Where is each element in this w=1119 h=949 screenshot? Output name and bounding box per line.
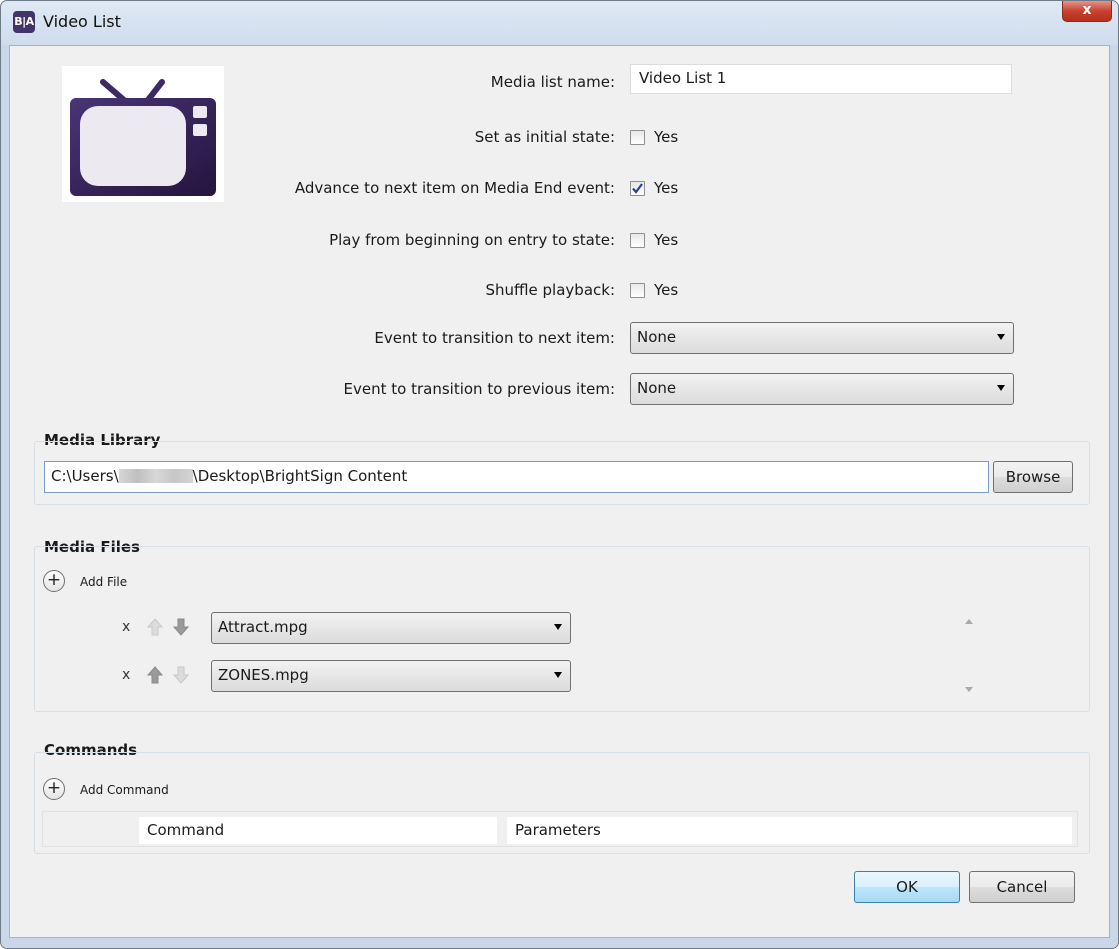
title-bar[interactable]: B|A Video List x bbox=[1, 1, 1118, 43]
move-up-arrow-icon[interactable] bbox=[147, 666, 163, 684]
tv-icon bbox=[62, 66, 224, 202]
initial-state-checkbox[interactable] bbox=[630, 130, 645, 145]
shuffle-label: Shuffle playback: bbox=[485, 281, 616, 299]
dropdown-arrow-icon bbox=[554, 624, 562, 630]
path-suffix: \Desktop\BrightSign Content bbox=[192, 467, 408, 485]
redacted-username bbox=[118, 469, 193, 483]
prev-event-dropdown[interactable]: None bbox=[630, 373, 1014, 405]
scroll-up-icon[interactable] bbox=[965, 619, 973, 624]
shuffle-checkbox[interactable] bbox=[630, 283, 645, 298]
add-file-plus-icon[interactable]: + bbox=[43, 570, 65, 592]
add-command-button[interactable]: Add Command bbox=[80, 783, 169, 797]
remove-file-button[interactable]: x bbox=[122, 619, 130, 635]
prev-event-label: Event to transition to previous item: bbox=[343, 380, 615, 398]
advance-checkbox[interactable] bbox=[630, 181, 645, 196]
scroll-down-icon[interactable] bbox=[965, 687, 973, 692]
prev-event-value: None bbox=[637, 379, 677, 397]
close-button[interactable]: x bbox=[1062, 1, 1112, 22]
dialog-content: Media list name: Video List 1 Set as ini… bbox=[9, 45, 1110, 938]
play-from-beginning-checkbox[interactable] bbox=[630, 233, 645, 248]
add-command-plus-icon[interactable]: + bbox=[43, 778, 65, 800]
check-icon bbox=[632, 183, 643, 194]
media-list-name-input[interactable]: Video List 1 bbox=[630, 64, 1012, 94]
play-from-beginning-label: Play from beginning on entry to state: bbox=[329, 231, 615, 249]
path-prefix: C:\Users\ bbox=[51, 467, 119, 485]
add-file-button[interactable]: Add File bbox=[80, 575, 127, 589]
video-list-dialog: B|A Video List x Media list name: Video … bbox=[0, 0, 1119, 949]
command-column-header[interactable]: Command bbox=[139, 817, 497, 844]
dropdown-arrow-icon bbox=[554, 672, 562, 678]
dropdown-arrow-icon bbox=[997, 334, 1005, 340]
initial-state-yes-label: Yes bbox=[654, 128, 679, 146]
next-event-value: None bbox=[637, 328, 677, 346]
remove-file-button[interactable]: x bbox=[122, 667, 130, 683]
cancel-button[interactable]: Cancel bbox=[969, 871, 1075, 903]
move-up-arrow-icon bbox=[147, 618, 163, 636]
media-list-name-label: Media list name: bbox=[490, 73, 615, 91]
advance-yes-label: Yes bbox=[654, 179, 679, 197]
media-file-dropdown[interactable]: ZONES.mpg bbox=[211, 660, 571, 692]
next-event-dropdown[interactable]: None bbox=[630, 322, 1014, 354]
shuffle-yes-label: Yes bbox=[654, 281, 679, 299]
move-down-arrow-icon[interactable] bbox=[173, 618, 189, 636]
media-library-path-input[interactable]: C:\Users\ \Desktop\BrightSign Content bbox=[44, 461, 989, 493]
brightauthor-app-icon: B|A bbox=[13, 11, 35, 33]
initial-state-label: Set as initial state: bbox=[474, 128, 615, 146]
move-down-arrow-icon bbox=[173, 666, 189, 684]
browse-button[interactable]: Browse bbox=[993, 461, 1073, 493]
dropdown-arrow-icon bbox=[997, 385, 1005, 391]
media-file-dropdown[interactable]: Attract.mpg bbox=[211, 612, 571, 644]
media-file-name: ZONES.mpg bbox=[218, 666, 309, 684]
media-file-name: Attract.mpg bbox=[218, 618, 308, 636]
ok-button[interactable]: OK bbox=[854, 871, 960, 903]
advance-label: Advance to next item on Media End event: bbox=[294, 179, 615, 197]
play-from-beginning-yes-label: Yes bbox=[654, 231, 679, 249]
window-title: Video List bbox=[43, 12, 121, 31]
parameters-column-header[interactable]: Parameters bbox=[507, 817, 1072, 844]
next-event-label: Event to transition to next item: bbox=[374, 329, 615, 347]
